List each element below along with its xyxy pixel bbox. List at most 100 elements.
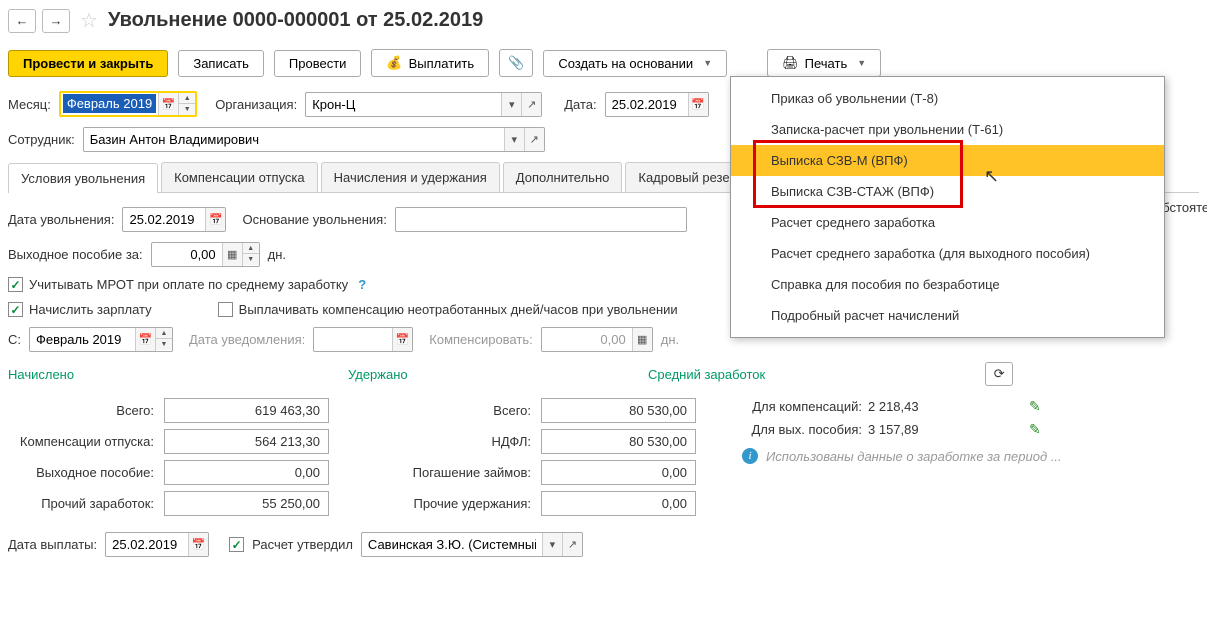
compensate-input[interactable]: ▦ bbox=[541, 327, 653, 352]
chevron-down-icon: ▼ bbox=[857, 58, 866, 68]
save-button[interactable]: Записать bbox=[178, 50, 264, 77]
pencil-icon[interactable]: ✎ bbox=[1029, 421, 1041, 438]
basis-label: Основание увольнения: bbox=[242, 212, 386, 227]
severance-input[interactable]: ▦ ▲▼ bbox=[151, 242, 260, 267]
notice-date-input[interactable]: 📅 bbox=[313, 327, 413, 352]
avg-earn-title: Средний заработок bbox=[648, 367, 765, 382]
wallet-icon: 💰 bbox=[386, 55, 402, 71]
print-menu-item[interactable]: Расчет среднего заработка bbox=[731, 207, 1164, 238]
submit-button[interactable]: Провести bbox=[274, 50, 362, 77]
for-comp-value: 2 218,43 bbox=[868, 399, 1023, 414]
submit-and-close-button[interactable]: Провести и закрыть bbox=[8, 50, 168, 77]
dropdown-icon[interactable]: ▾ bbox=[504, 128, 524, 151]
accrue-label: Начислить зарплату bbox=[29, 302, 152, 317]
calendar-icon[interactable]: 📅 bbox=[392, 328, 412, 351]
loan-label: Погашение займов: bbox=[405, 465, 535, 480]
refresh-button[interactable]: ⟳ bbox=[985, 362, 1013, 386]
print-button[interactable]: 🖨Печать▼ bbox=[767, 49, 881, 77]
fire-date-label: Дата увольнения: bbox=[8, 212, 114, 227]
total-accrued-value: 619 463,30 bbox=[164, 398, 329, 423]
dropdown-icon[interactable]: ▾ bbox=[501, 93, 521, 116]
page-title: Увольнение 0000-000001 от 25.02.2019 bbox=[108, 9, 483, 32]
ndfl-label: НДФЛ: bbox=[405, 434, 535, 449]
withheld-total-value: 80 530,00 bbox=[541, 398, 696, 423]
notice-date-label: Дата уведомления: bbox=[189, 332, 305, 347]
nav-forward-button[interactable]: → bbox=[42, 9, 70, 33]
open-ref-icon[interactable]: ↗ bbox=[521, 93, 541, 116]
calendar-icon[interactable]: 📅 bbox=[688, 93, 708, 116]
spin-down[interactable]: ▼ bbox=[156, 339, 172, 350]
payment-date-input[interactable]: 📅 bbox=[105, 532, 209, 557]
dropdown-icon[interactable]: ▾ bbox=[542, 533, 562, 556]
date-label: Дата: bbox=[564, 97, 596, 112]
month-label: Месяц: bbox=[8, 97, 51, 112]
comp-value: 564 213,30 bbox=[164, 429, 329, 454]
print-menu-item-highlighted[interactable]: Выписка СЗВ-М (ВПФ) bbox=[731, 145, 1164, 176]
basis-input[interactable] bbox=[395, 207, 687, 232]
severance-unit: дн. bbox=[268, 247, 286, 262]
help-icon[interactable]: ? bbox=[358, 277, 366, 292]
compensate-label: Компенсировать: bbox=[429, 332, 532, 347]
spin-down[interactable]: ▼ bbox=[179, 104, 195, 115]
calendar-icon[interactable]: 📅 bbox=[188, 533, 208, 556]
calendar-icon[interactable]: 📅 bbox=[205, 208, 225, 231]
month-input[interactable]: Февраль 2019 📅 ▲▼ bbox=[59, 91, 197, 117]
accrued-title: Начислено bbox=[8, 367, 308, 382]
calculator-icon[interactable]: ▦ bbox=[632, 328, 652, 351]
mrot-checkbox[interactable]: ✓ bbox=[8, 277, 23, 292]
chevron-down-icon: ▼ bbox=[703, 58, 712, 68]
accrue-checkbox[interactable]: ✓ bbox=[8, 302, 23, 317]
create-based-on-button[interactable]: Создать на основании▼ bbox=[543, 50, 727, 77]
tab-conditions[interactable]: Условия увольнения bbox=[8, 163, 158, 193]
print-menu-item[interactable]: Записка-расчет при увольнении (Т-61) bbox=[731, 114, 1164, 145]
severance-total-value: 0,00 bbox=[164, 460, 329, 485]
spin-up[interactable]: ▲ bbox=[179, 93, 195, 104]
print-menu-item[interactable]: Расчет среднего заработка (для выходного… bbox=[731, 238, 1164, 269]
open-ref-icon[interactable]: ↗ bbox=[524, 128, 544, 151]
pay-button[interactable]: 💰Выплатить bbox=[371, 49, 489, 77]
other-withhold-value: 0,00 bbox=[541, 491, 696, 516]
date-input[interactable]: 📅 bbox=[605, 92, 709, 117]
for-sev-label: Для вых. пособия: bbox=[742, 422, 862, 437]
print-menu-item[interactable]: Выписка СЗВ-СТАЖ (ВПФ) bbox=[731, 176, 1164, 207]
severance-label: Выходное пособие за: bbox=[8, 247, 143, 262]
spin-down[interactable]: ▼ bbox=[243, 254, 259, 265]
favorite-star-icon[interactable]: ☆ bbox=[80, 8, 98, 33]
open-ref-icon[interactable]: ↗ bbox=[562, 533, 582, 556]
approved-by-input[interactable]: ▾ ↗ bbox=[361, 532, 583, 557]
print-menu-item[interactable]: Приказ об увольнении (Т-8) bbox=[731, 83, 1164, 114]
payment-date-label: Дата выплаты: bbox=[8, 537, 97, 552]
mrot-label: Учитывать МРОТ при оплате по среднему за… bbox=[29, 277, 348, 292]
loan-value: 0,00 bbox=[541, 460, 696, 485]
pencil-icon[interactable]: ✎ bbox=[1029, 398, 1041, 415]
from-input[interactable]: 📅 ▲▼ bbox=[29, 327, 173, 352]
severance-total-label: Выходное пособие: bbox=[8, 465, 158, 480]
total-label: Всего: bbox=[8, 403, 158, 418]
tab-vacation-comp[interactable]: Компенсации отпуска bbox=[161, 162, 318, 192]
other-withhold-label: Прочие удержания: bbox=[405, 496, 535, 511]
calculator-icon[interactable]: ▦ bbox=[222, 243, 242, 266]
paycomp-checkbox[interactable] bbox=[218, 302, 233, 317]
approved-checkbox[interactable]: ✓ bbox=[229, 537, 244, 552]
withheld-grid: Всего: 80 530,00 НДФЛ: 80 530,00 Погашен… bbox=[405, 398, 712, 516]
spin-up[interactable]: ▲ bbox=[156, 328, 172, 339]
other-income-value: 55 250,00 bbox=[164, 491, 329, 516]
attachment-button[interactable]: 📎 bbox=[499, 49, 533, 77]
print-dropdown-menu: Приказ об увольнении (Т-8) Записка-расче… bbox=[730, 76, 1165, 338]
org-input[interactable]: ▾ ↗ bbox=[305, 92, 542, 117]
print-menu-item[interactable]: Подробный расчет начислений bbox=[731, 300, 1164, 331]
tab-additional[interactable]: Дополнительно bbox=[503, 162, 623, 192]
tab-accruals[interactable]: Начисления и удержания bbox=[321, 162, 500, 192]
print-menu-item[interactable]: Справка для пособия по безработице bbox=[731, 269, 1164, 300]
withheld-title: Удержано bbox=[348, 367, 608, 382]
nav-back-button[interactable]: ← bbox=[8, 9, 36, 33]
spin-up[interactable]: ▲ bbox=[243, 243, 259, 254]
employee-input[interactable]: ▾ ↗ bbox=[83, 127, 545, 152]
approved-label: Расчет утвердил bbox=[252, 537, 353, 552]
from-label: С: bbox=[8, 332, 21, 347]
fire-date-input[interactable]: 📅 bbox=[122, 207, 226, 232]
withheld-total-label: Всего: bbox=[405, 403, 535, 418]
ndfl-value: 80 530,00 bbox=[541, 429, 696, 454]
calendar-icon[interactable]: 📅 bbox=[135, 328, 155, 351]
calendar-icon[interactable]: 📅 bbox=[158, 93, 178, 115]
